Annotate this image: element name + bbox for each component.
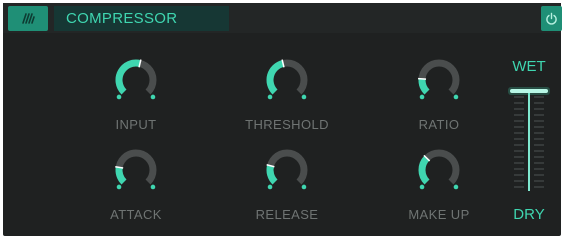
threshold-knob[interactable]: [261, 56, 313, 108]
knob-max-dot: [301, 184, 307, 190]
compressor-panel: COMPRESSOR INPUT THRESHOLD RATIO ATTACK …: [3, 3, 562, 236]
wet-dry-fader[interactable]: [502, 85, 556, 195]
knob-max-dot: [453, 184, 459, 190]
knob-value-arc: [115, 59, 141, 95]
knob-graphic: [418, 149, 460, 190]
header-bar: COMPRESSOR: [3, 3, 562, 33]
knob-min-dot: [419, 184, 425, 190]
waveform-icon[interactable]: [8, 6, 48, 31]
make-up-knob[interactable]: [413, 146, 465, 198]
knob-max-dot: [150, 94, 156, 100]
power-icon: [546, 12, 557, 25]
dry-label: DRY: [513, 206, 545, 223]
knob-max-dot: [150, 184, 156, 190]
knob-value-arc: [266, 164, 278, 185]
knob-graphic: [115, 59, 157, 100]
knob-graphic: [266, 59, 308, 100]
knob-min-dot: [419, 94, 425, 100]
input-knob-label: INPUT: [115, 117, 157, 132]
knob-graphic: [417, 59, 460, 100]
knob-pointer: [417, 77, 427, 80]
ratio-knob[interactable]: [413, 56, 465, 108]
knob-min-dot: [116, 184, 122, 190]
preset-title-box[interactable]: COMPRESSOR: [54, 6, 229, 31]
fader-cap: [510, 89, 548, 93]
attack-knob[interactable]: [110, 146, 162, 198]
knob-min-dot: [116, 94, 122, 100]
knob-value-arc: [115, 166, 127, 185]
ratio-knob-label: RATIO: [418, 117, 460, 132]
knob-value-arc: [418, 155, 430, 185]
release-knob[interactable]: [261, 146, 313, 198]
plugin-title: COMPRESSOR: [66, 10, 178, 27]
knob-value-arc: [266, 60, 285, 95]
knob-max-dot: [301, 94, 307, 100]
release-knob-label: RELEASE: [255, 207, 319, 222]
threshold-knob-label: THRESHOLD: [245, 117, 329, 132]
knob-graphic: [115, 149, 157, 190]
attack-knob-label: ATTACK: [110, 207, 162, 222]
knob-value-arc: [418, 78, 430, 95]
knob-graphic: [266, 149, 308, 190]
knob-min-dot: [267, 94, 273, 100]
power-button[interactable]: [541, 6, 562, 31]
knob-max-dot: [453, 94, 459, 100]
knob-min-dot: [267, 184, 273, 190]
input-knob[interactable]: [110, 56, 162, 108]
wet-label: WET: [512, 58, 546, 75]
make-up-knob-label: MAKE UP: [408, 207, 470, 222]
